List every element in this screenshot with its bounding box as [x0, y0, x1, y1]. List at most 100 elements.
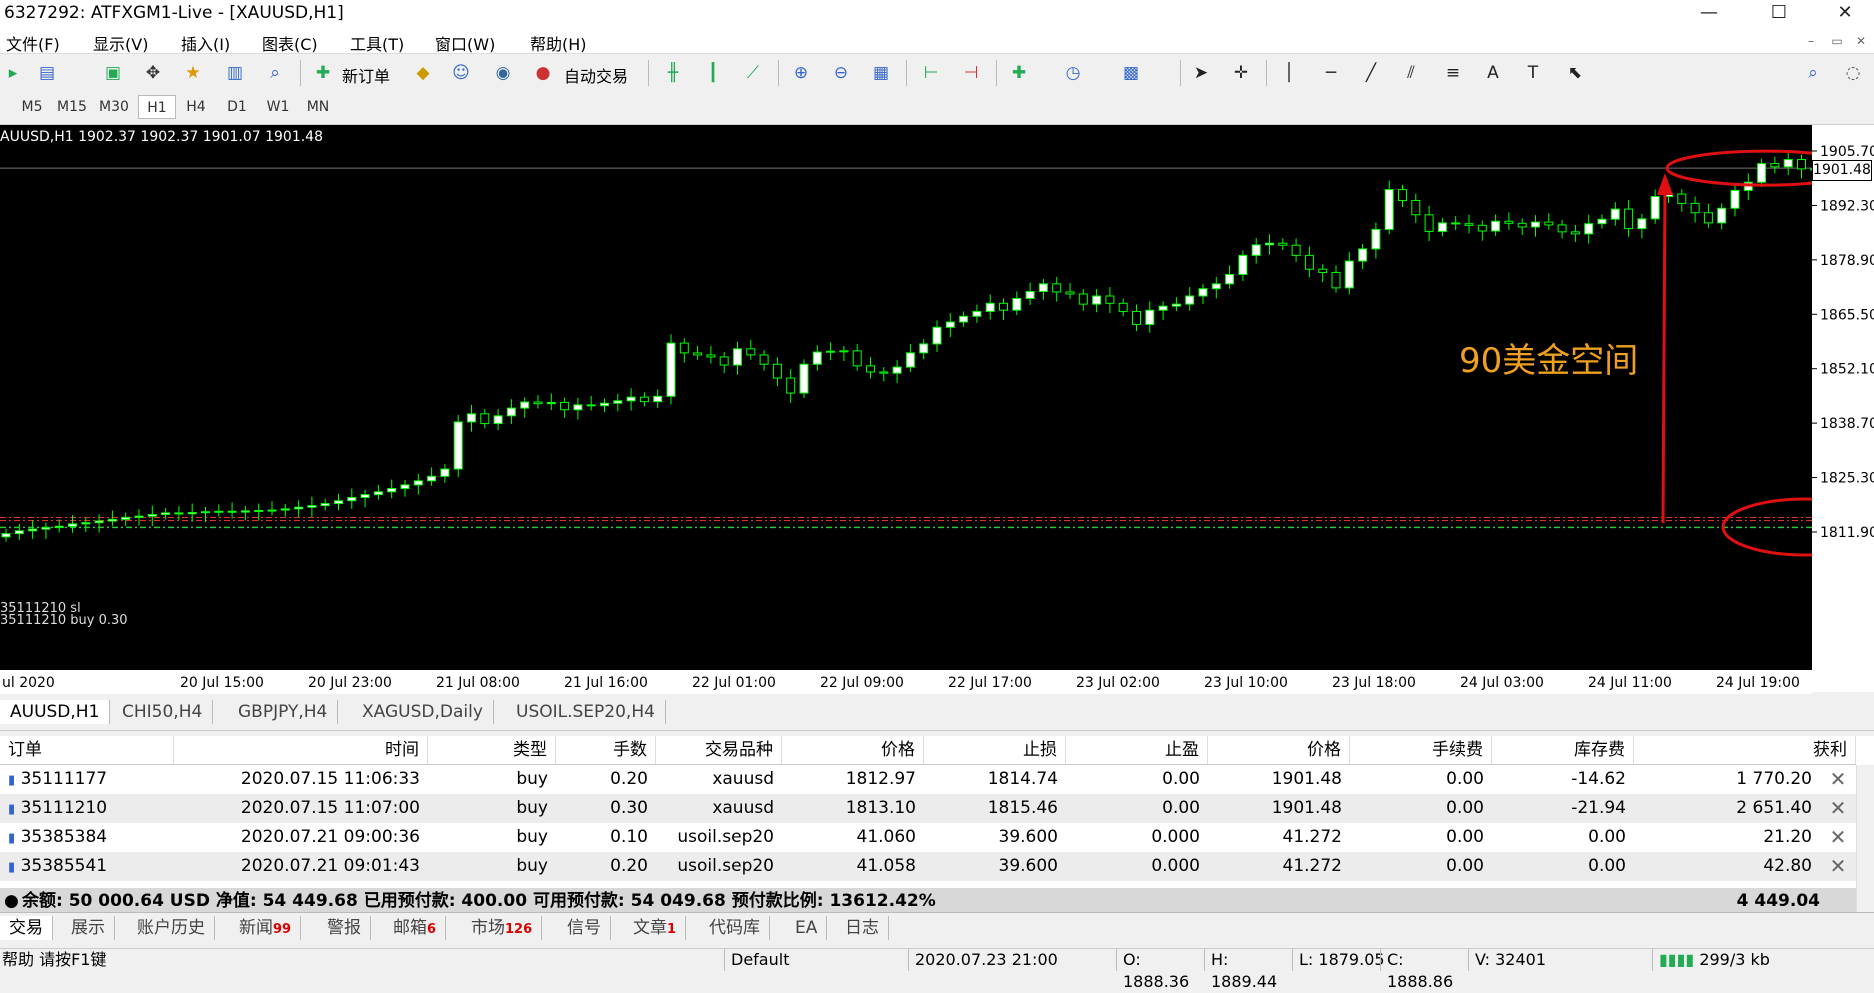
col-profit[interactable]: 获利 [1634, 736, 1856, 764]
tab-account-history[interactable]: 账户历史 [128, 916, 215, 940]
terminal-icon[interactable]: ▥ [222, 60, 248, 86]
status-profile[interactable]: Default [724, 949, 917, 971]
tab-mailbox[interactable]: 邮箱6 [384, 916, 447, 940]
crosshair-icon[interactable]: ✛ [1228, 60, 1254, 86]
tab-experts[interactable]: EA [786, 916, 828, 940]
horizontal-line-icon[interactable]: ─ [1318, 60, 1344, 86]
new-order-icon[interactable]: ✚ [310, 60, 336, 86]
mdi-restore-icon[interactable]: ▭ [1826, 34, 1848, 52]
col-stop-loss[interactable]: 止损 [924, 736, 1066, 764]
menu-insert[interactable]: 插入(I) [181, 31, 230, 55]
periods-icon[interactable]: ◷ [1060, 60, 1086, 86]
vertical-line-icon[interactable]: │ [1276, 60, 1302, 86]
trendline-icon[interactable]: ╱ [1358, 60, 1384, 86]
tab-signals[interactable]: 信号 [558, 916, 611, 940]
tf-d1[interactable]: D1 [219, 95, 255, 119]
tester-icon[interactable]: ⌕ [262, 60, 288, 86]
col-swap[interactable]: 库存费 [1492, 736, 1634, 764]
tf-h4[interactable]: H4 [178, 95, 214, 119]
autoscroll-icon[interactable]: ⊣ [958, 60, 984, 86]
table-row[interactable]: ▮ 35111210 2020.07.15 11:07:00 buy 0.30 … [0, 794, 1856, 823]
tf-h1[interactable]: H1 [138, 95, 176, 119]
templates-icon[interactable]: ▩ [1118, 60, 1144, 86]
shapes-icon[interactable]: ⬉ [1562, 60, 1588, 86]
bar-chart-icon[interactable]: ╫ [660, 60, 686, 86]
maximize-button[interactable]: ☐ [1756, 0, 1802, 26]
menu-help[interactable]: 帮助(H) [530, 31, 587, 55]
tf-m15[interactable]: M15 [54, 95, 90, 119]
tf-w1[interactable]: W1 [260, 95, 296, 119]
table-scrollbar[interactable] [1856, 765, 1874, 912]
market-watch-icon[interactable]: ▣ [100, 60, 126, 86]
profiles-icon[interactable]: ▤ [34, 60, 60, 86]
col-time[interactable]: 时间 [174, 736, 428, 764]
menu-tools[interactable]: 工具(T) [350, 31, 404, 55]
status-connection[interactable]: ▮▮▮▮ 299/3 kb [1652, 949, 1874, 971]
cursor-icon[interactable]: ➤ [1188, 60, 1214, 86]
candle-chart-icon[interactable]: ┃ [700, 60, 726, 86]
fibonacci-icon[interactable]: ≡ [1440, 60, 1466, 86]
tile-windows-icon[interactable]: ▦ [868, 60, 894, 86]
table-row[interactable]: ▮ 35385384 2020.07.21 09:00:36 buy 0.10 … [0, 823, 1856, 852]
zoom-out-icon[interactable]: ⊖ [828, 60, 854, 86]
col-open-price[interactable]: 价格 [782, 736, 924, 764]
col-commission[interactable]: 手续费 [1350, 736, 1492, 764]
zoom-in-icon[interactable]: ⊕ [788, 60, 814, 86]
col-symbol[interactable]: 交易品种 [656, 736, 782, 764]
search-icon[interactable]: ⌕ [1800, 60, 1826, 86]
new-chart-icon[interactable]: ▸ [0, 60, 26, 86]
tab-articles[interactable]: 文章1 [624, 916, 687, 940]
indicators-icon[interactable]: ✚ [1006, 60, 1032, 86]
tab-alerts[interactable]: 警报 [318, 916, 371, 940]
globe-icon[interactable]: ◉ [490, 60, 516, 86]
chat-bubble-icon[interactable]: ◌ [1840, 60, 1866, 86]
menu-window[interactable]: 窗口(W) [435, 31, 495, 55]
tab-news[interactable]: 新闻99 [230, 916, 302, 940]
crosshair-nav-icon[interactable]: ✥ [140, 60, 166, 86]
text-label-icon[interactable]: T [1520, 60, 1546, 86]
menu-charts[interactable]: 图表(C) [262, 31, 318, 55]
col-order[interactable]: 订单 [0, 736, 174, 764]
auto-trade-icon[interactable]: ● [530, 60, 556, 86]
menu-view[interactable]: 显示(V) [93, 31, 148, 55]
navigator-icon[interactable]: ★ [180, 60, 206, 86]
table-row[interactable]: ▮ 35111177 2020.07.15 11:06:33 buy 0.20 … [0, 765, 1856, 794]
mdi-close-icon[interactable]: ✕ [1850, 34, 1872, 52]
chart-tab-chi50[interactable]: CHI50,H4 [112, 700, 214, 724]
line-chart-icon[interactable]: ⟋ [740, 60, 766, 86]
tab-trade[interactable]: 交易 [0, 916, 53, 940]
tab-code-base[interactable]: 代码库 [700, 916, 770, 940]
col-take-profit[interactable]: 止盈 [1066, 736, 1208, 764]
tab-market[interactable]: 市场126 [462, 916, 543, 940]
menu-file[interactable]: 文件(F) [6, 31, 60, 55]
close-order-icon[interactable]: ✕ [1820, 823, 1856, 852]
chart-tab-xagusd[interactable]: XAGUSD,Daily [352, 700, 494, 724]
mdi-minimize-icon[interactable]: – [1800, 34, 1822, 52]
tf-m30[interactable]: M30 [96, 95, 132, 119]
col-current-price[interactable]: 价格 [1208, 736, 1350, 764]
close-order-icon[interactable]: ✕ [1820, 852, 1856, 881]
col-type[interactable]: 类型 [428, 736, 556, 764]
minimize-button[interactable]: — [1686, 0, 1732, 26]
tf-m5[interactable]: M5 [14, 95, 50, 119]
chart-shift-icon[interactable]: ⊢ [918, 60, 944, 86]
text-icon[interactable]: A [1480, 60, 1506, 86]
close-button[interactable]: ✕ [1822, 0, 1868, 26]
tf-mn[interactable]: MN [300, 95, 336, 119]
chat-icon[interactable]: ☺ [448, 60, 474, 86]
table-row[interactable]: ▮ 35385541 2020.07.21 09:01:43 buy 0.20 … [0, 852, 1856, 881]
metaeditor-icon[interactable]: ◆ [410, 60, 436, 86]
close-order-icon[interactable]: ✕ [1820, 765, 1856, 794]
new-order-button[interactable]: 新订单 [342, 63, 390, 87]
tab-journal[interactable]: 日志 [836, 916, 889, 940]
col-lots[interactable]: 手数 [556, 736, 656, 764]
auto-trade-button[interactable]: 自动交易 [564, 63, 628, 87]
chart-tab-xauusd[interactable]: AUUSD,H1 [0, 700, 111, 724]
chart-tab-gbpjpy[interactable]: GBPJPY,H4 [228, 700, 339, 724]
close-order-icon[interactable]: ✕ [1820, 794, 1856, 823]
candle-plot[interactable] [0, 125, 1812, 670]
chart-tab-usoil[interactable]: USOIL.SEP20,H4 [506, 700, 666, 724]
price-chart[interactable]: AUUSD,H1 1902.37 1902.37 1901.07 1901.48… [0, 125, 1812, 692]
channel-icon[interactable]: ⫽ [1398, 60, 1424, 86]
tab-exposure[interactable]: 展示 [62, 916, 115, 940]
